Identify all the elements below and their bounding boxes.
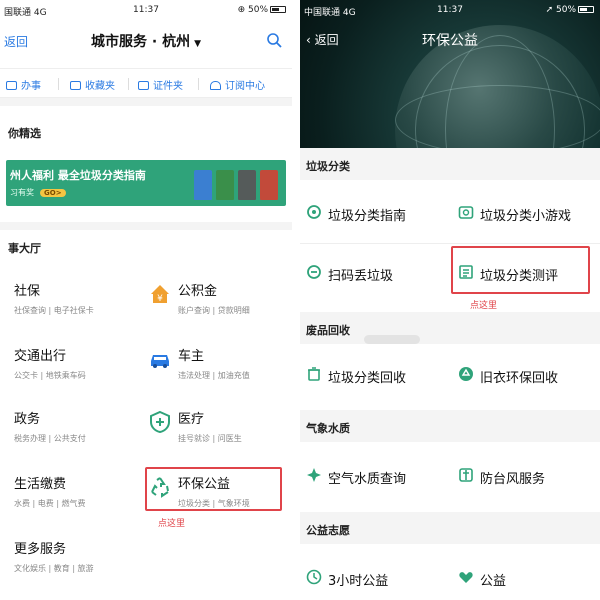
hint-click-here: 点这里 bbox=[158, 519, 186, 529]
air-icon bbox=[307, 468, 321, 482]
banner-headline: 州人福利 最全垃圾分类指南 bbox=[10, 169, 146, 182]
document-icon bbox=[6, 81, 17, 90]
page-title: 城市服务 · 杭州 bbox=[91, 34, 191, 50]
quick-link-subscriptions[interactable]: 订阅中心 bbox=[210, 77, 265, 92]
typhoon-icon bbox=[459, 468, 473, 482]
item-sorting-recycle[interactable]: 垃圾分类回收 bbox=[306, 367, 406, 397]
promo-banner[interactable]: 州人福利 最全垃圾分类指南 习有奖 GO> bbox=[6, 160, 286, 206]
item-air-water-query[interactable]: 空气水质查询 bbox=[306, 468, 406, 498]
page-title: 环保公益 bbox=[422, 33, 478, 49]
battery-text: ➚ 50% bbox=[545, 5, 576, 15]
recycle-icon bbox=[459, 367, 473, 381]
nav-bar: 返回 城市服务 · 杭州 ▼ bbox=[0, 22, 292, 60]
battery-text: ⊕ 50% bbox=[237, 5, 268, 15]
service-car-owner[interactable]: 车主 违法处理 | 加油充值 bbox=[151, 345, 250, 395]
quick-links-bar: 办事 收藏夹 证件夹 订阅中心 bbox=[0, 68, 292, 98]
banner-go-button[interactable]: GO> bbox=[40, 189, 66, 197]
quick-link-certificates[interactable]: 证件夹 bbox=[138, 77, 183, 92]
quick-link-favorites[interactable]: 收藏夹 bbox=[70, 77, 115, 92]
item-sorting-guide[interactable]: 垃圾分类指南 bbox=[306, 205, 406, 235]
battery-icon bbox=[578, 6, 594, 13]
battery-icon bbox=[270, 6, 286, 13]
guide-icon bbox=[307, 205, 321, 219]
item-3-hour-charity[interactable]: 3小时公益 bbox=[306, 569, 388, 600]
highlight-box-quiz bbox=[451, 246, 590, 294]
city-services-screen: 国联通 4G 11:37 ⊕ 50% 返回 城市服务 · 杭州 ▼ 办事 收藏夹 … bbox=[0, 0, 292, 600]
section-garbage-sorting: 垃圾分类 bbox=[300, 148, 600, 180]
service-social-security[interactable]: 社保 社保查询 | 电子社保卡 bbox=[14, 280, 94, 330]
car-icon bbox=[151, 355, 169, 368]
service-more[interactable]: 更多服务 文化娱乐 | 教育 | 旅游 bbox=[14, 538, 94, 588]
service-utilities[interactable]: 生活缴费 水费 | 电费 | 燃气费 bbox=[14, 473, 86, 523]
battery-indicator: ⊕ 50% bbox=[238, 5, 286, 15]
banner-subline: 习有奖 GO> bbox=[10, 187, 66, 198]
section-volunteer: 公益志愿 bbox=[300, 512, 600, 544]
quick-link-affairs[interactable]: 办事 bbox=[6, 77, 41, 92]
id-card-icon bbox=[138, 81, 149, 90]
caret-down-icon: ▼ bbox=[194, 39, 201, 49]
picked-section-title: 你精选 bbox=[8, 127, 41, 140]
hall-section-title: 事大厅 bbox=[8, 242, 41, 255]
bell-icon bbox=[210, 81, 221, 90]
folder-icon bbox=[70, 81, 81, 90]
blurred-tag bbox=[364, 335, 420, 344]
status-bar: 国联通 4G 11:37 ⊕ 50% bbox=[0, 0, 292, 20]
item-scan-trash[interactable]: 扫码丢垃圾 bbox=[306, 265, 393, 295]
battery-indicator: ➚ 50% bbox=[546, 5, 594, 15]
city-selector[interactable]: 城市服务 · 杭州 ▼ bbox=[0, 31, 292, 51]
section-recycling: 废品回收 bbox=[300, 312, 600, 344]
section-weather-water: 气象水质 bbox=[300, 410, 600, 442]
clock-icon bbox=[306, 569, 322, 585]
item-sorting-game[interactable]: 垃圾分类小游戏 bbox=[458, 205, 571, 235]
service-housing-fund[interactable]: ¥ 公积金 账户查询 | 贷款明细 bbox=[151, 280, 250, 330]
medical-shield-icon bbox=[150, 410, 170, 434]
hint-click-here: 点这里 bbox=[470, 301, 498, 311]
item-clothes-recycle[interactable]: 旧衣环保回收 bbox=[458, 367, 558, 397]
house-yen-icon: ¥ bbox=[151, 285, 169, 304]
service-transport[interactable]: 交通出行 公交卡 | 地铁乘车码 bbox=[14, 345, 86, 395]
service-government[interactable]: 政务 税务办理 | 公共支付 bbox=[14, 408, 86, 458]
item-charity[interactable]: 公益 bbox=[458, 570, 506, 600]
highlight-box-eco bbox=[145, 467, 282, 511]
service-medical[interactable]: 医疗 挂号就诊 | 问医生 bbox=[150, 408, 242, 458]
heart-hand-icon bbox=[459, 572, 473, 583]
status-bar: 中国联通 4G 11:37 ➚ 50% bbox=[300, 0, 600, 20]
hero-globe-image bbox=[300, 0, 600, 148]
trash-bins-illustration bbox=[190, 166, 278, 202]
search-icon[interactable] bbox=[266, 32, 282, 48]
svg-text:¥: ¥ bbox=[157, 294, 163, 304]
item-typhoon-service[interactable]: 防台风服务 bbox=[458, 468, 545, 498]
game-icon bbox=[458, 206, 474, 219]
scan-icon bbox=[307, 265, 321, 279]
recycle-bin-icon bbox=[308, 367, 320, 381]
eco-welfare-screen: 中国联通 4G 11:37 ➚ 50% ‹ 返回 环保公益 垃圾分类 垃圾分类指… bbox=[300, 0, 600, 600]
